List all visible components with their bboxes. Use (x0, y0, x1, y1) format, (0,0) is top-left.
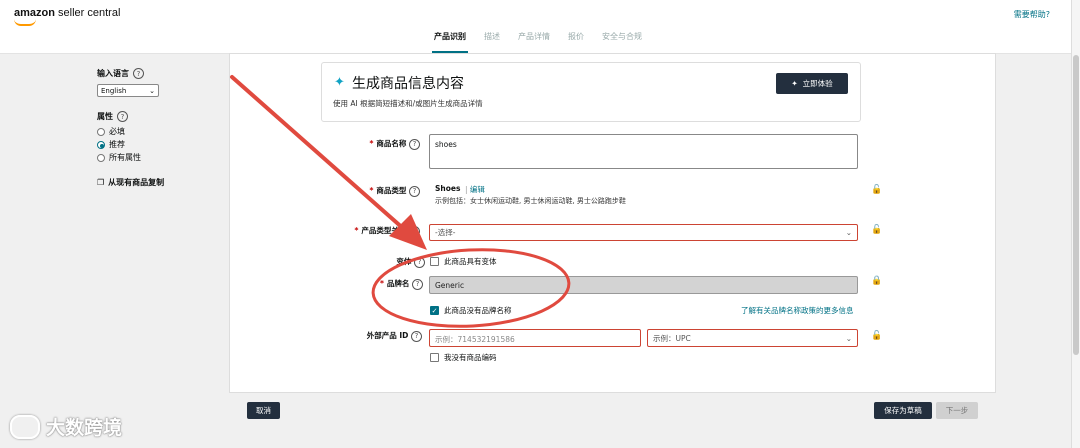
brand-name-input[interactable]: Generic (429, 276, 858, 294)
seller-central-logo[interactable]: amazon seller central (14, 7, 120, 19)
lock-icon: 🔓 (871, 225, 883, 235)
radio-button[interactable] (97, 127, 105, 136)
product-type-keyword-select[interactable]: -选择- ⌄ (429, 224, 858, 241)
product-type-edit-link[interactable]: | 编辑 (465, 184, 485, 195)
copy-label: 从现有商品复制 (108, 178, 165, 187)
no-brand-row[interactable]: ✓ 此商品没有品牌名称 (430, 305, 512, 316)
external-id-type-select[interactable]: 示例：UPC ⌄ (647, 329, 858, 347)
tab-product-identity[interactable]: 产品识别 (432, 31, 468, 53)
logo-brand: amazon (14, 7, 55, 19)
logo-product: seller central (54, 7, 121, 19)
has-variation-text: 此商品具有变体 (444, 257, 497, 266)
help-icon[interactable]: ? (409, 185, 420, 197)
sparkle-icon: ✦ (334, 75, 345, 90)
help-icon[interactable]: ? (414, 256, 425, 268)
help-link[interactable]: 需要帮助? (1014, 9, 1050, 20)
cancel-button[interactable]: 取消 (247, 402, 280, 419)
select-placeholder: -选择- (435, 228, 456, 237)
generate-listing-panel: ✦ 生成商品信息内容 使用 AI 根据简短描述和/或图片生成商品详情 ✦ 立即体验 (321, 62, 861, 122)
brand-policy-link[interactable]: 了解有关品牌名称政策的更多信息 (741, 305, 854, 316)
radio-required[interactable]: 必填 (97, 126, 217, 137)
product-name-input[interactable]: shoes (429, 134, 858, 169)
lock-icon: 🔓 (871, 185, 883, 195)
lock-icon: 🔒 (871, 276, 883, 286)
chevron-down-icon: ⌄ (149, 86, 155, 95)
external-id-label: 外部产品 ID ? (302, 330, 422, 342)
scroll-thumb[interactable] (1073, 55, 1079, 355)
select-placeholder: 示例：UPC (653, 333, 691, 343)
chevron-down-icon: ⌄ (845, 228, 852, 237)
help-icon[interactable]: ? (117, 111, 128, 122)
left-settings-panel: 输入语言? English ⌄ 属性? 必填 推荐 所有属性 ❐ 从现有商品复制 (97, 68, 217, 188)
tab-safety-compliance[interactable]: 安全与合规 (602, 31, 642, 42)
amazon-smile-icon (14, 19, 36, 26)
product-type-label: * 商品类型 ? (300, 185, 420, 197)
radio-button[interactable] (97, 140, 105, 149)
watermark-logo-icon (10, 414, 40, 439)
radio-recommended[interactable]: 推荐 (97, 139, 217, 150)
step-tabs: 产品识别 描述 产品详情 报价 安全与合规 (432, 31, 642, 53)
tab-description[interactable]: 描述 (484, 31, 500, 42)
brand-label: * 品牌名 ? (303, 278, 423, 290)
next-button[interactable]: 下一步 (936, 402, 978, 419)
chevron-down-icon: ⌄ (845, 333, 852, 343)
language-label: 输入语言 (97, 69, 129, 78)
product-name-label: * 商品名称 ? (300, 138, 420, 150)
product-type-value: Shoes (435, 184, 461, 193)
tab-offer[interactable]: 报价 (568, 31, 584, 42)
help-icon[interactable]: ? (411, 330, 422, 342)
no-brand-text: 此商品没有品牌名称 (444, 306, 512, 315)
no-brand-checkbox[interactable]: ✓ (430, 306, 439, 315)
radio-button[interactable] (97, 153, 105, 162)
save-draft-button[interactable]: 保存为草稿 (874, 402, 932, 419)
radio-label: 所有属性 (109, 153, 141, 162)
has-variation-checkbox[interactable] (430, 257, 439, 266)
copy-icon: ❐ (97, 178, 105, 187)
radio-all-attributes[interactable]: 所有属性 (97, 152, 217, 163)
no-code-checkbox[interactable] (430, 353, 439, 362)
has-variation-row[interactable]: 此商品具有变体 (430, 256, 497, 267)
try-now-button[interactable]: ✦ 立即体验 (776, 73, 848, 94)
language-select[interactable]: English ⌄ (97, 84, 159, 97)
watermark-text: 大数跨境 (46, 417, 123, 439)
radio-label: 必填 (109, 127, 125, 136)
variation-label: 变体 ? (305, 256, 425, 268)
sparkle-icon: ✦ (791, 79, 798, 88)
no-code-row[interactable]: 我没有商品编码 (430, 352, 497, 363)
no-code-text: 我没有商品编码 (444, 353, 497, 362)
lock-icon: 🔓 (871, 331, 883, 341)
generate-title: 生成商品信息内容 (352, 76, 464, 92)
help-icon[interactable]: ? (412, 278, 423, 290)
help-icon[interactable]: ? (409, 225, 420, 237)
product-type-keyword-label: * 产品类型关键 ? (300, 225, 420, 237)
product-type-examples: 示例包括：女士休闲运动鞋, 男士休闲运动鞋, 男士公路跑步鞋 (435, 197, 626, 205)
attributes-label: 属性 (97, 112, 113, 121)
radio-label: 推荐 (109, 140, 125, 149)
try-now-label: 立即体验 (802, 79, 833, 88)
page-scrollbar[interactable] (1071, 0, 1080, 448)
language-value: English (101, 86, 127, 95)
external-id-input[interactable]: 示例：714532191586 (429, 329, 641, 347)
help-icon[interactable]: ? (409, 138, 420, 150)
top-bar: amazon seller central 需要帮助? 产品识别 描述 产品详情… (0, 0, 1080, 54)
watermark: 大数跨境 (10, 413, 122, 440)
help-icon[interactable]: ? (133, 68, 144, 79)
tab-product-details[interactable]: 产品详情 (518, 31, 550, 42)
copy-existing-product[interactable]: ❐ 从现有商品复制 (97, 177, 217, 188)
generate-subtitle: 使用 AI 根据简短描述和/或图片生成商品详情 (333, 99, 483, 108)
